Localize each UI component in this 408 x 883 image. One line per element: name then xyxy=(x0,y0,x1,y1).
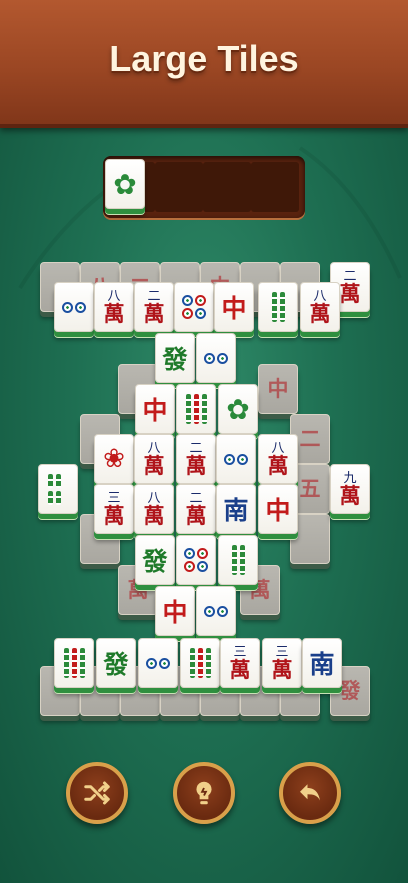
tile-glyph: 中 xyxy=(221,294,247,323)
mahjong-tile[interactable] xyxy=(38,464,78,514)
mahjong-tile[interactable]: 八萬 xyxy=(300,282,340,332)
bamboo-suit-icon xyxy=(271,292,285,322)
tile-glyph: 萬 xyxy=(143,502,165,528)
mahjong-tile[interactable]: 發 xyxy=(135,535,175,585)
mahjong-tile: 中 xyxy=(258,364,298,414)
tile-glyph: ✿ xyxy=(226,392,250,426)
mahjong-tile[interactable]: 三萬 xyxy=(94,484,134,534)
circle-suit-icon xyxy=(142,657,174,669)
mahjong-tile[interactable]: 八萬 xyxy=(134,484,174,534)
tile-glyph: 五 xyxy=(299,476,321,501)
tile-glyph: 萬 xyxy=(267,452,289,478)
undo-icon xyxy=(300,784,320,801)
tray-slot xyxy=(155,162,203,212)
mahjong-tile[interactable]: 二萬 xyxy=(176,484,216,534)
tile-glyph: 中 xyxy=(162,598,188,627)
mahjong-tile[interactable]: 中 xyxy=(258,484,298,534)
circle-suit-icon xyxy=(178,295,210,319)
tile-glyph: 中 xyxy=(265,496,291,525)
mahjong-tile[interactable]: 八萬 xyxy=(258,434,298,484)
tile-glyph: 中 xyxy=(142,396,168,425)
tile-glyph: 萬 xyxy=(339,280,361,306)
mahjong-tile[interactable] xyxy=(176,384,216,434)
mahjong-tile[interactable]: 八萬 xyxy=(94,282,134,332)
tile-glyph: 發 xyxy=(142,547,168,576)
tile-glyph: 萬 xyxy=(185,502,207,528)
tile-glyph: 萬 xyxy=(143,300,165,326)
tile-glyph: 南 xyxy=(309,650,335,679)
shuffle-icon xyxy=(84,781,110,805)
mahjong-tile[interactable]: ✿ xyxy=(105,159,145,209)
tray-slot xyxy=(251,162,299,212)
mahjong-tile[interactable]: 發 xyxy=(155,333,195,383)
tile-glyph: 二 xyxy=(299,426,321,451)
mahjong-tile[interactable] xyxy=(196,586,236,636)
mahjong-tile[interactable] xyxy=(258,282,298,332)
tile-glyph: 發 xyxy=(162,345,188,374)
tile-glyph: 發 xyxy=(339,678,361,703)
tray-slot xyxy=(203,162,251,212)
mahjong-tile[interactable] xyxy=(176,535,216,585)
mahjong-tile[interactable]: 三萬 xyxy=(262,638,302,688)
mahjong-tile[interactable]: 八萬 xyxy=(134,434,174,484)
mahjong-tile[interactable]: 發 xyxy=(96,638,136,688)
tile-glyph: 萬 xyxy=(185,452,207,478)
mahjong-tile[interactable] xyxy=(54,638,94,688)
mahjong-tile[interactable]: 三萬 xyxy=(220,638,260,688)
mahjong-tile[interactable]: 二萬 xyxy=(176,434,216,484)
mahjong-tile[interactable] xyxy=(138,638,178,688)
mahjong-tile[interactable] xyxy=(54,282,94,332)
bamboo-suit-icon xyxy=(63,648,85,678)
mahjong-tile[interactable] xyxy=(196,333,236,383)
tile-glyph: ❀ xyxy=(103,444,125,474)
hint-button[interactable] xyxy=(173,762,235,824)
bamboo-suit-icon xyxy=(189,648,211,678)
tile-glyph: ✿ xyxy=(113,167,137,201)
mahjong-tile[interactable]: 南 xyxy=(216,484,256,534)
mahjong-tile[interactable]: 九萬 xyxy=(330,464,370,514)
mahjong-tile[interactable]: 中 xyxy=(214,282,254,332)
tile-glyph: 萬 xyxy=(143,452,165,478)
page-title: Large Tiles xyxy=(109,38,299,79)
tile-glyph: 萬 xyxy=(103,502,125,528)
mahjong-tile[interactable]: ❀ xyxy=(94,434,134,484)
bamboo-suit-icon xyxy=(231,545,245,575)
mahjong-tile[interactable] xyxy=(216,434,256,484)
undo-button[interactable] xyxy=(279,762,341,824)
mahjong-tile[interactable] xyxy=(180,638,220,688)
mahjong-tile[interactable]: 中 xyxy=(135,384,175,434)
tile-glyph: 萬 xyxy=(309,300,331,326)
tile-glyph: 南 xyxy=(223,496,249,525)
bamboo-suit-icon xyxy=(185,394,207,424)
mahjong-tile[interactable] xyxy=(218,535,258,585)
circle-suit-icon xyxy=(180,548,212,572)
shuffle-button[interactable] xyxy=(66,762,128,824)
title-banner: Large Tiles xyxy=(0,0,408,128)
bamboo-suit-icon xyxy=(48,473,68,505)
circle-suit-icon xyxy=(200,352,232,364)
mahjong-tile[interactable]: 中 xyxy=(155,586,195,636)
tile-glyph: 發 xyxy=(103,650,129,679)
tile-glyph: 萬 xyxy=(229,656,251,682)
circle-suit-icon xyxy=(58,301,90,313)
mahjong-tile[interactable]: 南 xyxy=(302,638,342,688)
circle-suit-icon xyxy=(200,605,232,617)
mahjong-tile[interactable]: ✿ xyxy=(218,384,258,434)
tile-glyph: 萬 xyxy=(271,656,293,682)
tile-glyph: 萬 xyxy=(103,300,125,326)
lightbulb-icon xyxy=(196,781,212,805)
circle-suit-icon xyxy=(220,453,252,465)
mahjong-tile[interactable] xyxy=(174,282,214,332)
mahjong-tile[interactable]: 二萬 xyxy=(134,282,174,332)
tile-glyph: 中 xyxy=(267,376,289,401)
tile-glyph: 萬 xyxy=(339,482,361,508)
